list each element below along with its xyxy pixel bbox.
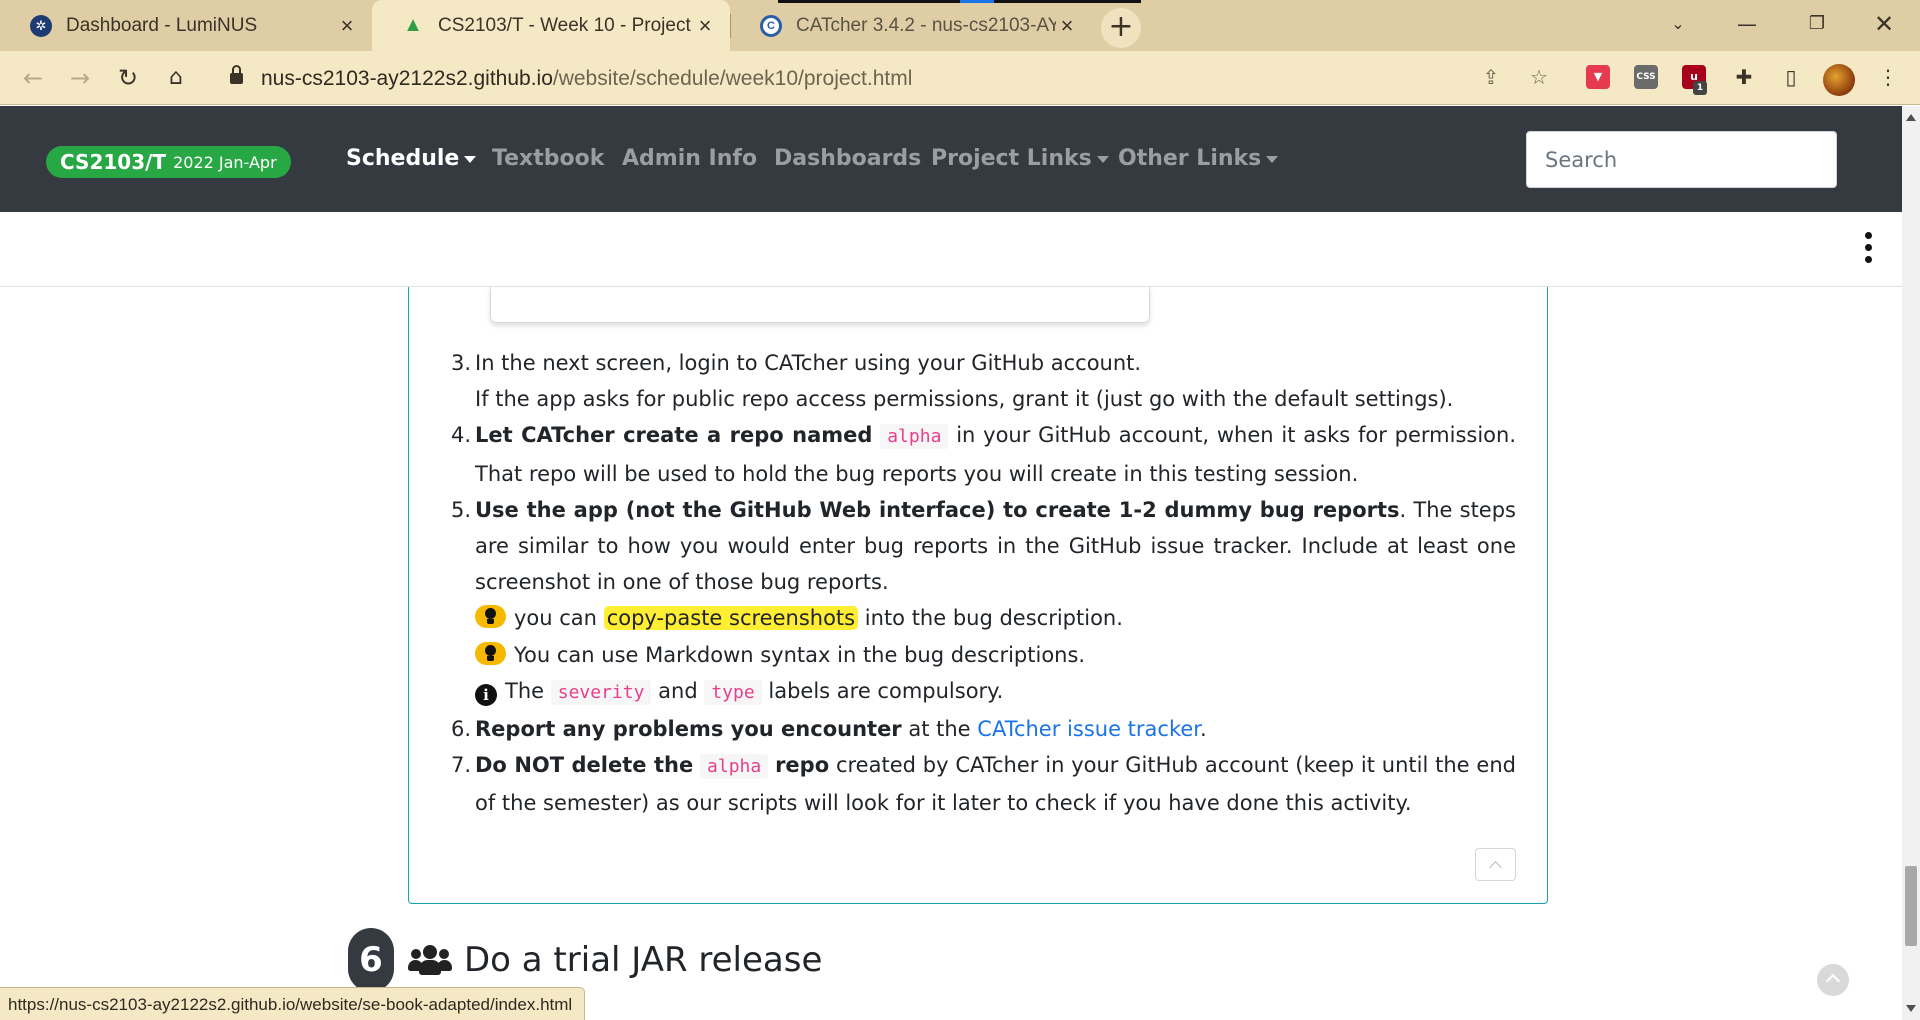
- list-item: 4 Let CATcher create a repo named alpha …: [438, 417, 1516, 491]
- close-tab-icon[interactable]: ×: [694, 13, 716, 39]
- search-input[interactable]: [1526, 131, 1837, 188]
- brand-term: 2022 Jan-Apr: [173, 152, 277, 172]
- tab-week10-project[interactable]: ▲ CS2103/T - Week 10 - Project ×: [372, 0, 730, 51]
- scroll-up-icon[interactable]: [1906, 114, 1916, 121]
- back-icon[interactable]: ←: [15, 60, 51, 96]
- page-nav-menu-icon[interactable]: [1858, 232, 1878, 268]
- minimize-icon[interactable]: —: [1727, 6, 1767, 42]
- close-tab-icon[interactable]: ×: [336, 13, 358, 39]
- step-number: 4: [438, 417, 471, 453]
- nav-other-links[interactable]: Other Links: [1118, 146, 1279, 171]
- catcher-icon: C: [760, 14, 782, 37]
- page-scrollbar[interactable]: [1902, 106, 1920, 1020]
- address-bar[interactable]: nus-cs2103-ay2122s2.github.io/website/sc…: [216, 56, 1562, 100]
- close-tab-icon[interactable]: ×: [1056, 13, 1078, 39]
- section-heading: 6 Do a trial JAR release: [348, 928, 822, 992]
- pocket-extension-icon[interactable]: ▼: [1586, 65, 1610, 89]
- scrollbar-thumb[interactable]: [1905, 866, 1917, 946]
- extension-badge: 1: [1693, 81, 1707, 95]
- chevron-down-icon: [464, 155, 477, 163]
- nav-schedule[interactable]: Schedule: [346, 146, 477, 171]
- lock-icon: [230, 65, 243, 84]
- graduation-cap-icon: ▲: [403, 14, 423, 36]
- browser-tab-strip: ✲ Dashboard - LumiNUS × ▲ CS2103/T - Wee…: [0, 0, 1920, 51]
- site-navbar: CS2103/T 2022 Jan-Apr Schedule Textbook …: [0, 106, 1902, 212]
- brand-badge[interactable]: CS2103/T 2022 Jan-Apr: [46, 146, 291, 178]
- page-subbar: [0, 212, 1902, 287]
- profile-avatar[interactable]: [1823, 64, 1855, 96]
- inline-code: severity: [550, 679, 652, 705]
- list-item: 7 Do NOT delete the alpha repo created b…: [438, 747, 1516, 821]
- nav-admin-info[interactable]: Admin Info: [622, 146, 757, 171]
- forward-icon[interactable]: →: [62, 60, 98, 96]
- url-host: nus-cs2103-ay2122s2.github.io: [261, 67, 553, 90]
- home-icon[interactable]: ⌂: [158, 60, 194, 96]
- collapse-panel-button[interactable]: [1475, 848, 1516, 881]
- users-icon: [408, 945, 452, 975]
- step-number: 3: [438, 345, 471, 381]
- list-item: 3 In the next screen, login to CATcher u…: [438, 345, 1516, 417]
- tip-box: You can use Markdown syntax in the bug d…: [475, 637, 1516, 673]
- inline-code: alpha: [880, 424, 949, 450]
- section-number-badge: 6: [348, 928, 394, 992]
- chevron-down-icon: [1096, 155, 1109, 163]
- bookmark-star-icon[interactable]: ☆: [1526, 64, 1552, 90]
- tab-luminus[interactable]: ✲ Dashboard - LumiNUS ×: [0, 0, 372, 51]
- tab-title: Dashboard - LumiNUS: [66, 14, 258, 36]
- link-status-bar: https://nus-cs2103-ay2122s2.github.io/we…: [0, 987, 586, 1020]
- scroll-down-icon[interactable]: [1906, 1005, 1916, 1012]
- inline-code: alpha: [700, 754, 769, 780]
- reload-icon[interactable]: ↻: [110, 60, 146, 96]
- steps-list: 3 In the next screen, login to CATcher u…: [438, 345, 1516, 822]
- step-number: 5: [438, 492, 471, 528]
- new-tab-button[interactable]: +: [1101, 8, 1141, 48]
- info-icon: i: [475, 683, 497, 706]
- browser-toolbar: ← → ↻ ⌂ nus-cs2103-ay2122s2.github.io/we…: [0, 51, 1920, 105]
- close-window-icon[interactable]: ✕: [1864, 6, 1904, 42]
- lightbulb-icon: [475, 605, 506, 629]
- highlighted-text: copy-paste screenshots: [603, 606, 859, 631]
- inline-code: type: [704, 679, 762, 705]
- list-item: 6 Report any problems you encounter at t…: [438, 711, 1516, 747]
- chevron-down-icon: [1266, 155, 1279, 163]
- nav-dashboards[interactable]: Dashboards: [774, 146, 921, 171]
- url-text: nus-cs2103-ay2122s2.github.io/website/sc…: [261, 67, 912, 91]
- lightbulb-icon: [475, 641, 506, 665]
- chrome-menu-icon[interactable]: ⋮: [1875, 64, 1901, 90]
- share-icon[interactable]: ⇪: [1478, 64, 1504, 90]
- tip-box: you can copy-paste screenshots into the …: [475, 600, 1516, 636]
- luminus-icon: ✲: [30, 14, 52, 37]
- tab-title: CS2103/T - Week 10 - Project: [438, 14, 691, 36]
- url-path: /website/schedule/week10/project.html: [552, 67, 913, 90]
- catcher-issue-tracker-link[interactable]: CATcher issue tracker: [977, 717, 1200, 741]
- nav-textbook[interactable]: Textbook: [492, 146, 604, 171]
- scroll-to-top-button[interactable]: [1817, 964, 1849, 996]
- css-extension-icon[interactable]: CSS: [1634, 65, 1658, 89]
- tab-search-icon[interactable]: ⌄: [1658, 6, 1698, 42]
- restore-icon[interactable]: ❐: [1797, 6, 1837, 42]
- extensions-puzzle-icon[interactable]: ✚: [1731, 64, 1757, 90]
- list-item: 5 Use the app (not the GitHub Web interf…: [438, 492, 1516, 711]
- side-panel-icon[interactable]: ▯: [1778, 64, 1804, 90]
- info-box: i The severity and type labels are compul…: [475, 673, 1516, 711]
- section-title: Do a trial JAR release: [464, 940, 823, 980]
- tab-title: CATcher 3.4.2 - nus-cs2103-AY21: [796, 14, 1056, 36]
- tab-catcher[interactable]: C CATcher 3.4.2 - nus-cs2103-AY21 ×: [730, 0, 1092, 51]
- step-number: 7: [438, 747, 471, 783]
- step-number: 6: [438, 711, 471, 747]
- nav-project-links[interactable]: Project Links: [931, 146, 1109, 171]
- brand-title: CS2103/T: [60, 150, 167, 174]
